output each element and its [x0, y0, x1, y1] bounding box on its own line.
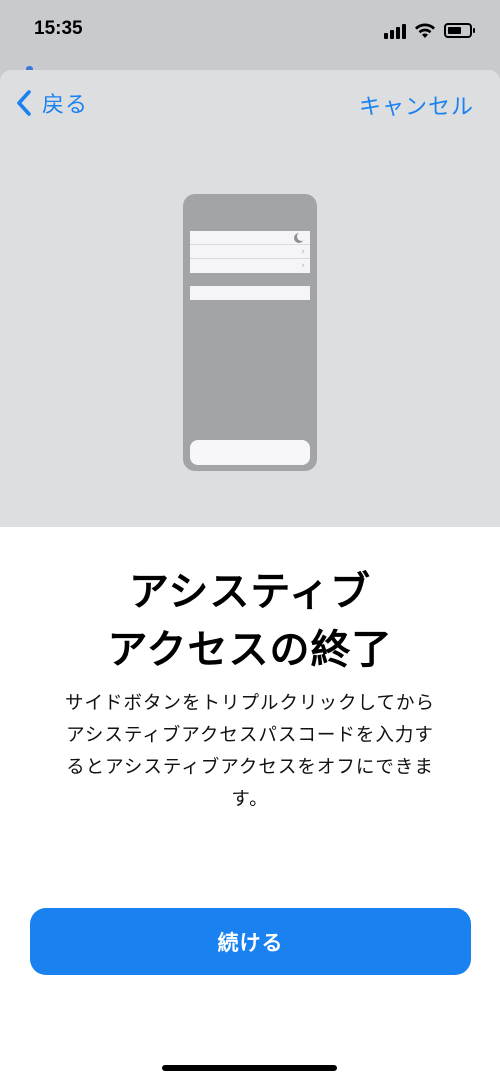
status-bar: 15:35	[0, 0, 500, 62]
continue-button[interactable]: 続ける	[30, 908, 471, 975]
title-line-2: アクセスの終了	[107, 627, 393, 673]
phone-row: ›	[190, 245, 310, 259]
hero-illustration-area: 戻る キャンセル › ›	[0, 70, 500, 527]
back-label: 戻る	[42, 93, 89, 118]
phone-row	[190, 231, 310, 245]
description-text: サイドボタンをトリプルクリックしてからアシスティブアクセスパスコードを入力すると…	[65, 693, 435, 810]
chevron-right-icon: ›	[301, 261, 305, 271]
modal-sheet: 戻る キャンセル › › アシスティブ アクセスの終了 サイドボタンをトリプルク…	[0, 70, 500, 1082]
phone-button-illustration	[190, 440, 310, 465]
page-title: アシスティブ アクセスの終了	[0, 563, 500, 679]
back-button[interactable]: 戻る	[14, 88, 88, 118]
phone-illustration: › ›	[183, 194, 317, 471]
battery-icon	[444, 23, 475, 38]
phone-settings-group: › ›	[190, 231, 310, 273]
title-line-1: アシスティブ	[129, 569, 371, 615]
wifi-icon	[415, 23, 435, 38]
status-icons	[384, 21, 475, 41]
moon-icon	[294, 232, 306, 243]
phone-row: ›	[190, 259, 310, 273]
continue-label: 続ける	[217, 931, 284, 955]
cancel-button[interactable]: キャンセル	[359, 89, 474, 121]
chevron-right-icon: ›	[301, 247, 305, 257]
phone-settings-row	[190, 286, 310, 300]
chevron-left-icon	[17, 90, 31, 116]
home-indicator	[162, 1065, 337, 1071]
status-time: 15:35	[34, 18, 83, 39]
signal-icon	[384, 23, 406, 39]
